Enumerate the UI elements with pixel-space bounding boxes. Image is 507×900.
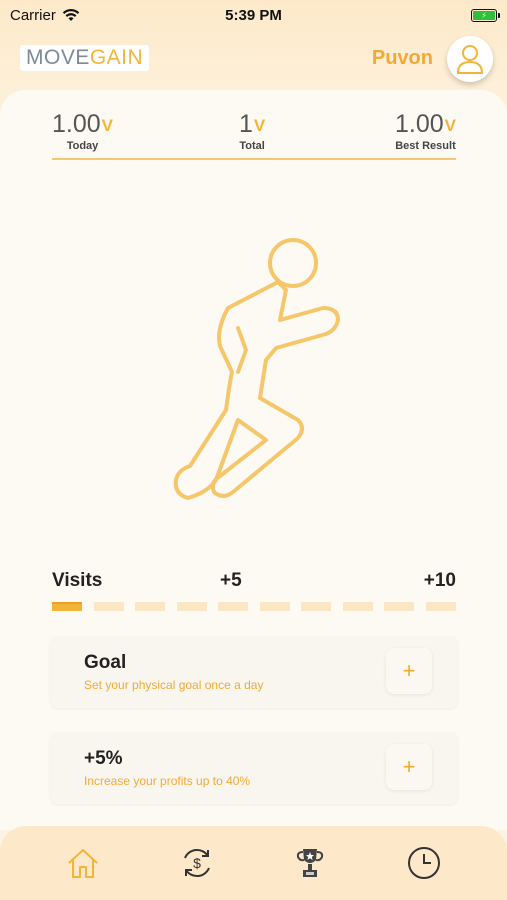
logo-gain: GAIN (89, 46, 144, 69)
stat-total-label: Total (239, 140, 265, 152)
tab-history[interactable] (404, 843, 444, 883)
tab-bar: $ (0, 826, 507, 900)
progress-segment (218, 602, 249, 611)
status-bar: Carrier 5:39 PM ⚡ (0, 0, 507, 30)
progress-segment (342, 602, 373, 611)
visits-label: Visits (52, 570, 103, 591)
progress-segment (384, 602, 415, 611)
status-left: Carrier (10, 7, 80, 24)
add-profit-button[interactable]: + (386, 744, 432, 790)
tab-home[interactable] (63, 843, 103, 883)
progress-segment (425, 602, 456, 611)
stat-best-unit: V (444, 116, 456, 135)
battery-icon: ⚡ (471, 8, 500, 22)
visits-section: Visits +10 +5 (52, 570, 456, 611)
trophy-icon (297, 849, 324, 877)
task-profit-title: +5% (84, 748, 123, 769)
task-profit[interactable]: +5% Increase your profits up to 40% + (50, 732, 458, 804)
dollar-exchange-icon: $ (183, 849, 210, 877)
stat-total-value: 1 (239, 110, 253, 138)
stat-total-unit: V (253, 116, 266, 135)
stats-row: 1.00 V Today 1V Total 1.00 V Best Result (52, 110, 456, 160)
stat-today-unit: V (101, 116, 114, 135)
logo-move: MOVE (26, 46, 90, 69)
stat-total: 1V Total (239, 110, 265, 152)
visits-end: +10 (423, 570, 456, 591)
task-goal[interactable]: Goal Set your physical goal once a day + (50, 636, 458, 708)
stat-best: 1.00 V Best Result (395, 110, 456, 152)
progress-segment (259, 602, 290, 611)
progress-segment (301, 602, 332, 611)
svg-text:$: $ (193, 855, 201, 871)
task-goal-title: Goal (84, 652, 127, 673)
visits-progress (52, 602, 456, 611)
home-icon (68, 849, 98, 878)
stat-best-value: 1.00 (394, 110, 444, 138)
stat-today: 1.00 V Today (52, 110, 113, 152)
task-profit-subtitle: Increase your profits up to 40% (84, 774, 251, 788)
tab-rewards[interactable] (290, 843, 330, 883)
tab-wallet[interactable]: $ (177, 843, 217, 883)
user-icon (456, 45, 484, 74)
stat-today-value: 1.00 (52, 110, 101, 138)
task-goal-subtitle: Set your physical goal once a day (84, 678, 264, 692)
username[interactable]: Puvon (372, 47, 433, 70)
clock-icon (408, 847, 441, 879)
header: MOVE GAIN Puvon (0, 36, 507, 86)
progress-segment (52, 602, 82, 611)
add-goal-button[interactable]: + (386, 648, 432, 694)
app-logo: MOVE GAIN (20, 45, 150, 71)
carrier-label: Carrier (10, 6, 56, 24)
stat-best-label: Best Result (395, 140, 456, 152)
progress-segment (135, 602, 166, 611)
runner-icon (173, 238, 340, 500)
avatar-button[interactable] (447, 36, 493, 82)
progress-segment (93, 602, 124, 611)
visits-mid: +5 (220, 570, 242, 591)
wifi-icon (62, 8, 80, 21)
progress-segment (176, 602, 207, 611)
stat-today-label: Today (66, 140, 99, 152)
